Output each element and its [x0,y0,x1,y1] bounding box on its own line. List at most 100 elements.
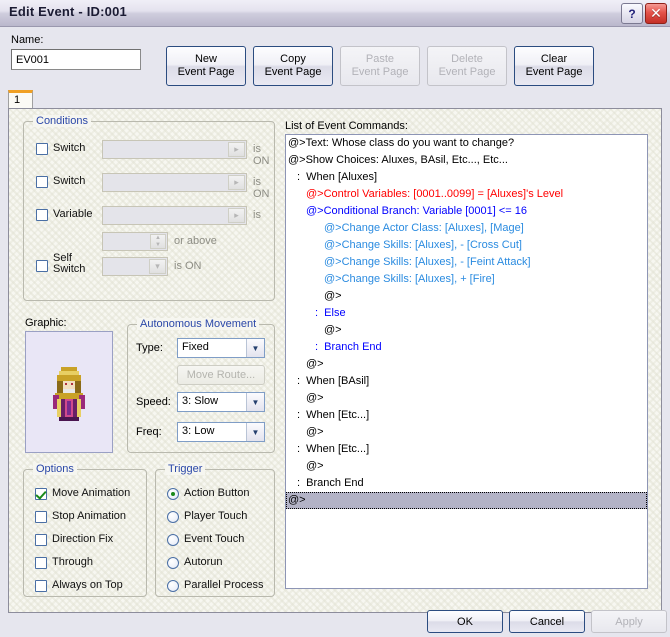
trigger-group: Trigger Action Button Player Touch Event… [155,463,275,597]
event-name-input[interactable] [11,49,141,70]
command-list-row[interactable]: @> [286,458,647,475]
trigger-event-touch-radio[interactable] [167,534,179,546]
condition-self-switch-field: ▾ [102,257,168,276]
apply-label: Apply [615,615,643,628]
new-event-page-button[interactable]: New Event Page [166,46,246,86]
clear-event-page-line2: Event Page [525,66,583,78]
condition-variable-label: Variable [53,208,93,220]
trigger-parallel-process-label: Parallel Process [184,579,264,591]
condition-variable-value-suffix: or above [174,235,217,247]
command-list-row[interactable]: : When [Etc...] [286,407,647,424]
trigger-player-touch-label: Player Touch [184,510,248,522]
command-list-row[interactable]: : When [Etc...] [286,441,647,458]
move-route-button: Move Route... [177,365,265,385]
close-glyph: ✕ [650,4,662,21]
ok-button[interactable]: OK [427,610,503,633]
condition-switch-1-field: ▸ [102,140,247,159]
copy-event-page-line2: Event Page [264,66,322,78]
movement-speed-value: 3: Slow [182,395,219,407]
clear-event-page-button[interactable]: Clear Event Page [514,46,594,86]
condition-variable-suffix: is [253,209,261,221]
movement-freq-select[interactable]: 3: Low ▼ [177,422,265,442]
trigger-parallel-process-radio[interactable] [167,580,179,592]
movement-speed-label: Speed: [136,396,171,408]
title-bar: Edit Event - ID:001 ? ✕ [0,0,670,27]
condition-self-switch-label: Self Switch [53,252,86,275]
trigger-autorun-radio[interactable] [167,557,179,569]
condition-switch-2-label: Switch [53,175,86,187]
cancel-label: Cancel [529,615,565,628]
movement-type-value: Fixed [182,341,209,353]
graphic-preview[interactable] [25,331,113,453]
help-icon[interactable]: ? [621,3,643,24]
tab-page-1[interactable]: 1 [8,90,33,109]
trigger-player-touch-radio[interactable] [167,511,179,523]
command-list-row[interactable]: : When [BAsil] [286,373,647,390]
spinner-arrows-icon: ▲ ▼ [150,234,166,249]
command-list-row[interactable]: @>Show Choices: Aluxes, BAsil, Etc..., E… [286,152,647,169]
delete-event-page-line1: Delete [451,53,483,65]
name-label: Name: [11,34,44,46]
movement-type-select[interactable]: Fixed ▼ [177,338,265,358]
trigger-title: Trigger [165,463,206,475]
movement-freq-label: Freq: [136,426,162,438]
copy-event-page-line1: Copy [280,53,306,65]
command-list-row[interactable]: @>Change Skills: [Aluxes], - [Feint Atta… [286,254,647,271]
cancel-button[interactable]: Cancel [509,610,585,633]
options-title: Options [33,463,77,475]
movement-freq-value: 3: Low [182,425,215,437]
new-event-page-line1: New [194,53,217,65]
option-through-checkbox[interactable] [35,557,47,569]
close-icon[interactable]: ✕ [645,3,667,24]
move-route-label: Move Route... [186,369,256,381]
command-list-label: List of Event Commands: [285,120,408,132]
paste-event-page-line1: Paste [365,53,395,65]
condition-switch-1-browse-icon: ▸ [228,142,245,157]
option-always-on-top-checkbox[interactable] [35,580,47,592]
new-event-page-line2: Event Page [177,66,235,78]
movement-type-label: Type: [136,342,163,354]
event-page-panel: Conditions Switch ▸ is ON Switch ▸ is ON… [8,108,662,613]
command-list-row[interactable]: @>Change Skills: [Aluxes], - [Cross Cut] [286,237,647,254]
conditions-group: Conditions Switch ▸ is ON Switch ▸ is ON… [23,115,275,301]
condition-variable-checkbox[interactable] [36,209,48,221]
command-list-row[interactable]: @> [286,356,647,373]
conditions-title: Conditions [33,115,91,127]
option-stop-animation-checkbox[interactable] [35,511,47,523]
command-list-row[interactable]: @>Change Actor Class: [Aluxes], [Mage] [286,220,647,237]
command-list-row[interactable]: : Branch End [286,339,647,356]
command-list-row[interactable]: @> [286,492,647,509]
window-title: Edit Event - ID:001 [9,4,127,19]
command-list-row[interactable]: : When [Aluxes] [286,169,647,186]
command-list-row[interactable]: @>Text: Whose class do you want to chang… [286,135,647,152]
command-list-row[interactable]: : Else [286,305,647,322]
option-direction-fix-checkbox[interactable] [35,534,47,546]
command-list-row[interactable]: @> [286,390,647,407]
option-direction-fix-label: Direction Fix [52,533,114,545]
command-list-row[interactable]: @>Control Variables: [0001..0099] = [Alu… [286,186,647,203]
command-list-row[interactable]: @> [286,322,647,339]
autonomous-movement-group: Autonomous Movement Type: Fixed ▼ Move R… [127,318,275,453]
trigger-action-button-radio[interactable] [167,488,179,500]
command-list-row[interactable]: @>Change Skills: [Aluxes], + [Fire] [286,271,647,288]
command-list-row[interactable]: @>Conditional Branch: Variable [0001] <=… [286,203,647,220]
condition-switch-1-checkbox[interactable] [36,143,48,155]
condition-switch-2-browse-icon: ▸ [228,175,245,190]
copy-event-page-button[interactable]: Copy Event Page [253,46,333,86]
movement-type-chevron-down-icon: ▼ [246,339,264,357]
movement-freq-chevron-down-icon: ▼ [246,423,264,441]
option-move-animation-checkbox[interactable] [35,488,47,500]
ok-label: OK [457,615,473,628]
condition-self-switch-checkbox[interactable] [36,260,48,272]
event-command-list[interactable]: @>Text: Whose class do you want to chang… [285,134,648,589]
command-list-row[interactable]: @> [286,424,647,441]
condition-switch-2-checkbox[interactable] [36,176,48,188]
command-list-row[interactable]: : Branch End [286,475,647,492]
command-list-row[interactable]: @> [286,288,647,305]
clear-event-page-line1: Clear [540,53,568,65]
delete-event-page-line2: Event Page [438,66,496,78]
condition-switch-1-label: Switch [53,142,86,154]
movement-speed-select[interactable]: 3: Slow ▼ [177,392,265,412]
autonomous-movement-title: Autonomous Movement [137,318,260,330]
option-stop-animation-label: Stop Animation [52,510,126,522]
